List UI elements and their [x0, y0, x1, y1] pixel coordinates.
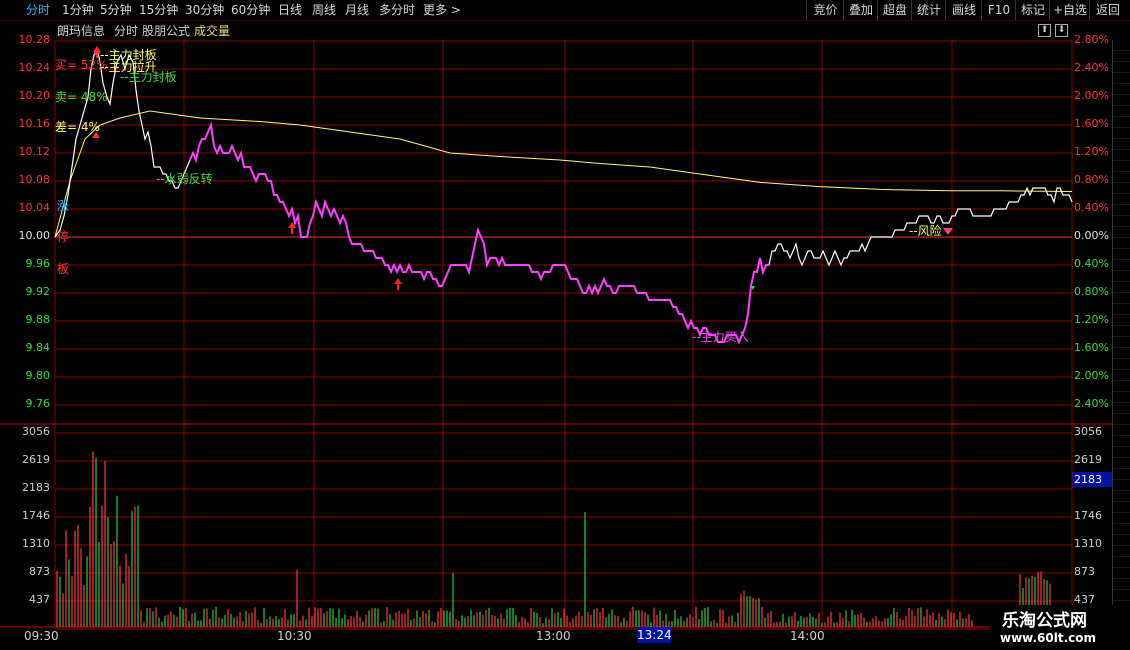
watermark-name: 乐淘公式网 [1002, 611, 1087, 631]
limit-up-char-1: 涨 [57, 199, 70, 213]
buy-arrow-icon [394, 278, 402, 290]
label-main-seal-2: --主力封板 [120, 70, 177, 84]
time-tick: 10:30 [277, 629, 312, 643]
sell-ratio: 卖= 48% [55, 90, 108, 104]
watermark: 乐淘公式网 www.60lt.com [990, 605, 1130, 650]
label-risk: --风险 [909, 224, 942, 238]
chart-grid [0, 40, 1130, 630]
price-line [54, 46, 1073, 344]
time-cursor-value: 13:24 [637, 627, 672, 643]
label-main-buy: --主力买入 [692, 330, 749, 344]
label-weak-reversal: --水弱反转 [156, 172, 213, 186]
watermark-url: www.60lt.com [1000, 631, 1097, 645]
time-tick: 13:00 [536, 629, 571, 643]
diff-ratio: 差= 4% [55, 120, 100, 134]
limit-up-char-3: 板 [57, 262, 70, 276]
limit-up-char-2: 停 [57, 230, 70, 244]
intraday-chart[interactable] [0, 0, 1130, 650]
highlight-segment [189, 121, 581, 287]
side-panel-strip [1112, 40, 1130, 610]
time-tick: 14:00 [790, 629, 825, 643]
time-tick: 09:30 [24, 629, 59, 643]
